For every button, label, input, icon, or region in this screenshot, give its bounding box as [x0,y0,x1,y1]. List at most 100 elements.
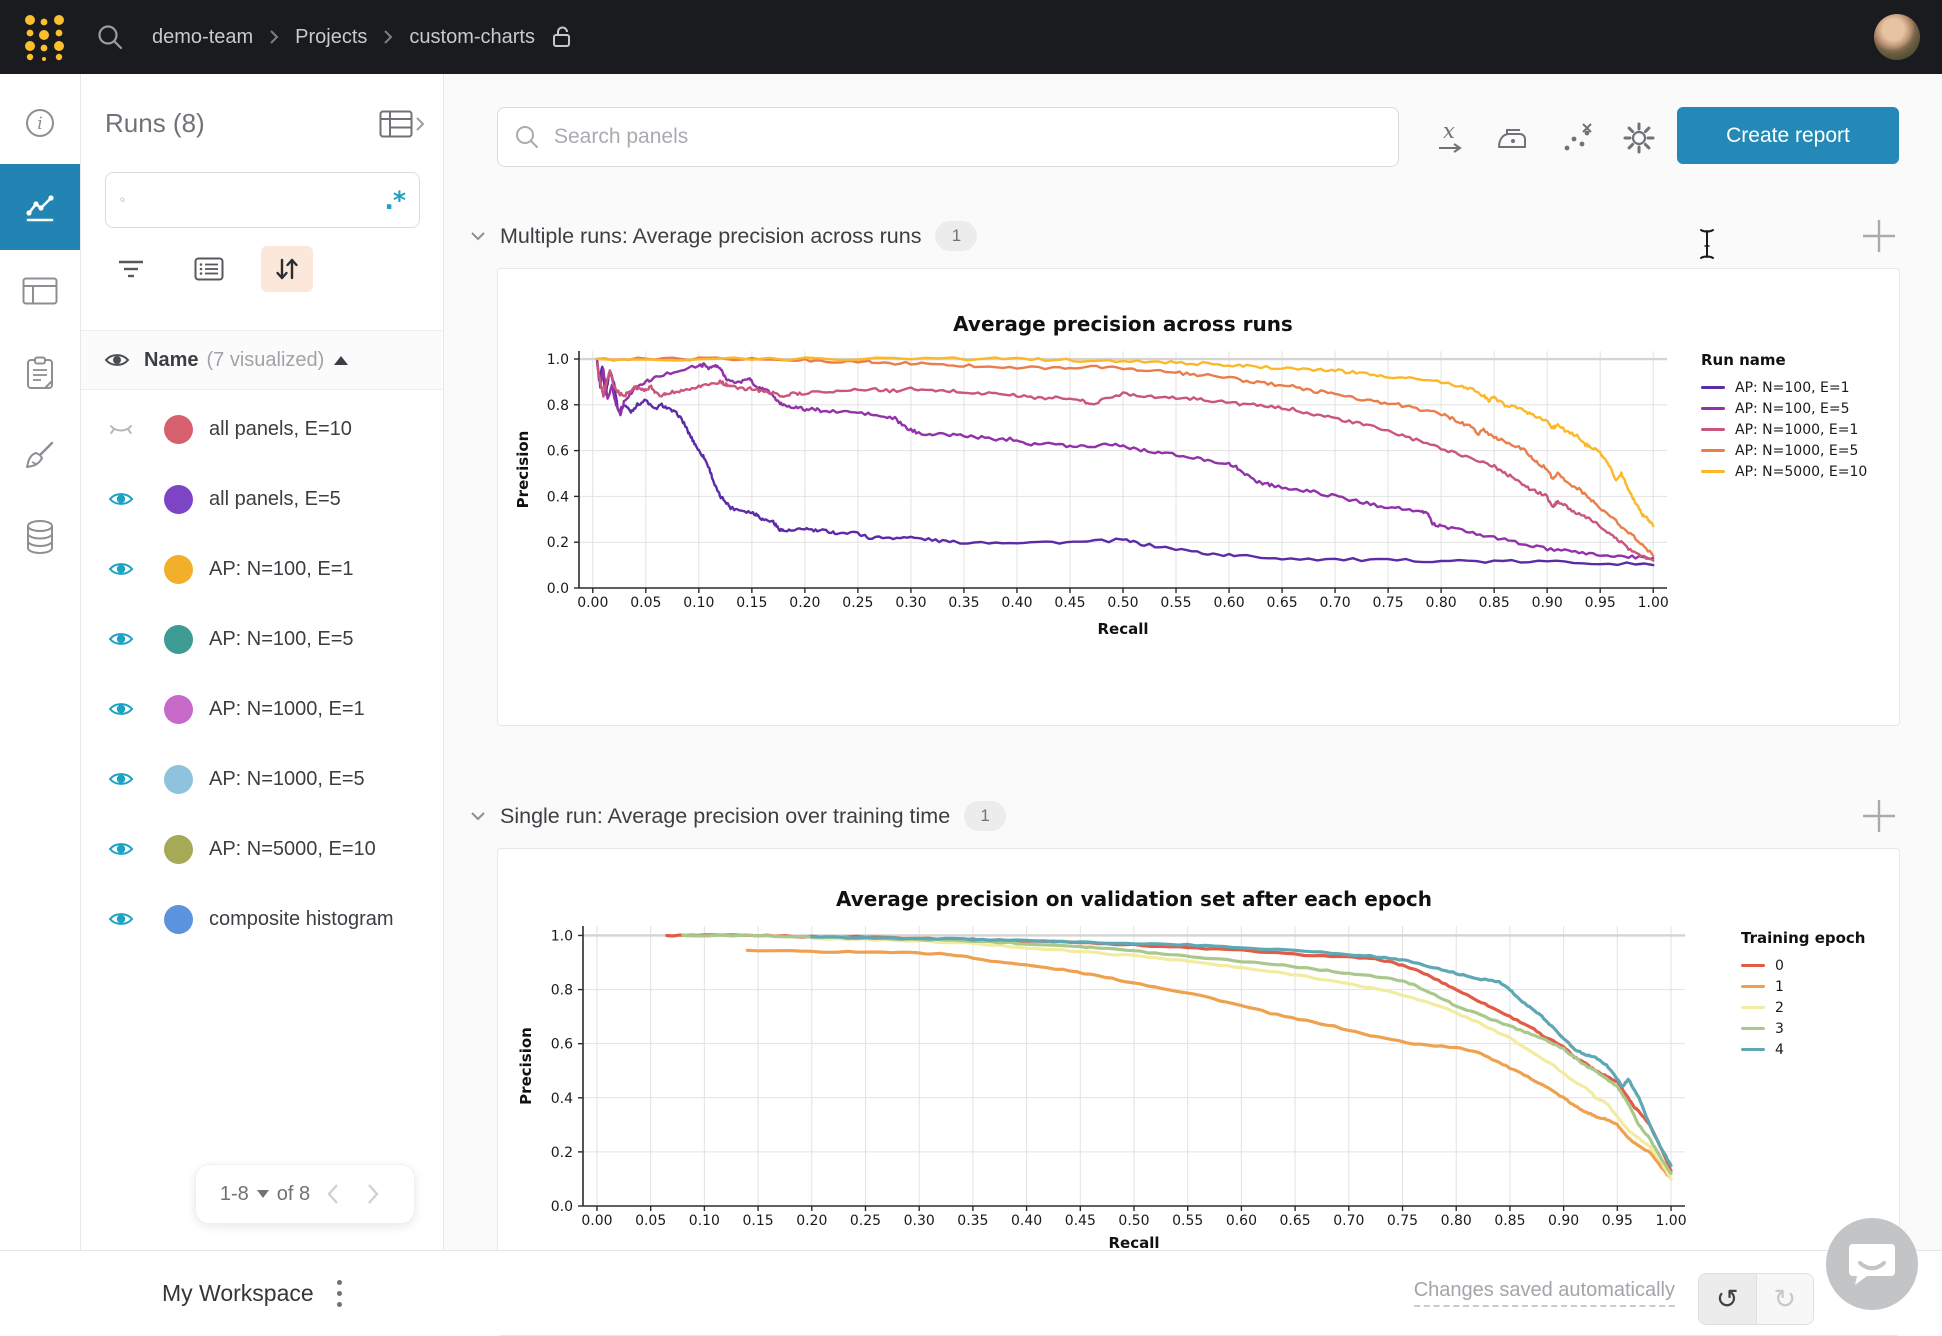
run-row[interactable]: all panels, E=10 [80,394,442,464]
regex-toggle[interactable]: .* [384,186,405,215]
smoothing-iron-icon[interactable] [1492,118,1532,158]
run-color-dot [164,765,193,794]
svg-text:0.90: 0.90 [1532,595,1563,611]
eye-icon[interactable] [104,349,130,371]
svg-text:0.30: 0.30 [904,1213,935,1229]
breadcrumb-team[interactable]: demo-team [152,26,253,49]
unlock-icon [551,25,573,49]
svg-text:0.65: 0.65 [1266,595,1297,611]
runs-table-toggle[interactable] [379,110,425,138]
breadcrumb-project-name[interactable]: custom-charts [409,26,535,49]
nav-search-icon[interactable] [96,23,124,51]
eye-visible-icon[interactable] [108,558,134,580]
run-name: composite histogram [209,908,394,931]
legend-swatch [1701,407,1725,410]
svg-text:1.0: 1.0 [547,352,569,368]
panel-count-badge: 1 [964,801,1006,831]
legend-label: 3 [1775,1021,1784,1037]
support-chat-icon[interactable] [1826,1218,1918,1310]
run-row[interactable]: AP: N=1000, E=1 [80,674,442,744]
group-list-icon[interactable] [183,246,235,292]
run-row[interactable]: AP: N=100, E=1 [80,534,442,604]
svg-text:Precision: Precision [514,431,532,509]
redo-button[interactable]: ↻ [1757,1274,1814,1324]
svg-text:0.50: 0.50 [1107,595,1138,611]
sort-ascending-icon [334,356,348,365]
settings-gear-icon[interactable] [1619,118,1659,158]
eye-visible-icon[interactable] [108,628,134,650]
section-header-multiple-runs[interactable]: Multiple runs: Average precision across … [470,210,977,262]
legend-swatch [1741,1027,1765,1030]
chart-legend: Run nameAP: N=100, E=1AP: N=100, E=5AP: … [1701,351,1867,482]
eye-hidden-icon[interactable] [108,418,134,440]
chart-panel-average-precision-across-runs[interactable]: 0.000.050.100.150.200.250.300.350.400.45… [497,268,1900,726]
autosave-status[interactable]: Changes saved automatically [1414,1279,1675,1307]
workspace-footer: My Workspace Changes saved automatically… [0,1250,1942,1335]
add-panel-icon[interactable] [1859,796,1899,836]
page-size-caret-icon[interactable] [257,1190,269,1198]
filter-icon[interactable] [105,246,157,292]
svg-text:0.4: 0.4 [551,1091,573,1107]
svg-text:0.35: 0.35 [957,1213,988,1229]
legend-entry: AP: N=100, E=5 [1701,398,1867,419]
collapse-chevron-icon[interactable] [470,231,486,241]
legend-label: 2 [1775,1000,1784,1016]
run-row[interactable]: AP: N=100, E=5 [80,604,442,674]
eye-visible-icon[interactable] [108,768,134,790]
svg-text:Average precision across runs: Average precision across runs [953,312,1293,336]
next-page-icon[interactable] [356,1177,390,1211]
run-row[interactable]: all panels, E=5 [80,464,442,534]
svg-text:0.75: 0.75 [1387,1213,1418,1229]
page-range-dropdown[interactable]: 1-8 [220,1183,249,1206]
undo-button[interactable]: ↺ [1699,1274,1757,1324]
eye-visible-icon[interactable] [108,908,134,930]
section-title: Single run: Average precision over train… [500,804,950,829]
svg-text:0.85: 0.85 [1494,1213,1525,1229]
eye-visible-icon[interactable] [108,838,134,860]
notes-clipboard-icon[interactable] [0,332,80,414]
eye-visible-icon[interactable] [108,488,134,510]
svg-text:0.80: 0.80 [1441,1213,1472,1229]
panel-grid-icon[interactable] [0,250,80,332]
artifacts-database-icon[interactable] [0,496,80,578]
run-row[interactable]: composite histogram [80,884,442,954]
runs-name-header[interactable]: Name (7 visualized) [80,330,442,390]
chart-series-3 [683,935,1671,1174]
svg-text:0.0: 0.0 [547,581,569,597]
svg-text:0.6: 0.6 [551,1037,573,1053]
left-icon-rail: i [0,74,81,1250]
section-header-single-run[interactable]: Single run: Average precision over train… [470,790,1006,842]
workspace-menu-icon[interactable] [328,1273,350,1313]
legend-swatch [1701,428,1725,431]
eye-visible-icon[interactable] [108,698,134,720]
panel-search-input[interactable] [552,124,1398,150]
sort-icon[interactable] [261,246,313,292]
run-row[interactable]: AP: N=5000, E=10 [80,814,442,884]
runs-search-input[interactable] [135,188,384,212]
avatar[interactable] [1874,14,1920,60]
prev-page-icon[interactable] [316,1177,350,1211]
svg-text:0.2: 0.2 [547,535,569,551]
run-name: AP: N=100, E=1 [209,558,354,581]
breadcrumb-separator-icon [383,29,393,45]
breadcrumb-projects[interactable]: Projects [295,26,367,49]
collapse-chevron-icon[interactable] [470,811,486,821]
svg-text:0.8: 0.8 [551,983,573,999]
add-panel-icon[interactable] [1859,216,1899,256]
wandb-logo-icon[interactable] [22,13,68,61]
run-color-dot [164,485,193,514]
legend-label: AP: N=5000, E=10 [1735,464,1867,480]
outliers-icon[interactable] [1557,118,1597,158]
run-row[interactable]: AP: N=1000, E=5 [80,744,442,814]
legend-title: Training epoch [1741,929,1866,947]
create-report-button[interactable]: Create report [1677,107,1899,164]
workspace-charts-icon[interactable] [0,164,80,250]
legend-swatch [1701,449,1725,452]
sweeps-broom-icon[interactable] [0,414,80,496]
legend-swatch [1701,470,1725,473]
workspace-name[interactable]: My Workspace [162,1251,314,1335]
legend-label: AP: N=1000, E=1 [1735,422,1858,438]
run-name: AP: N=1000, E=1 [209,698,365,721]
info-icon[interactable]: i [0,82,80,164]
x-axis-settings-icon[interactable]: x [1430,118,1470,158]
